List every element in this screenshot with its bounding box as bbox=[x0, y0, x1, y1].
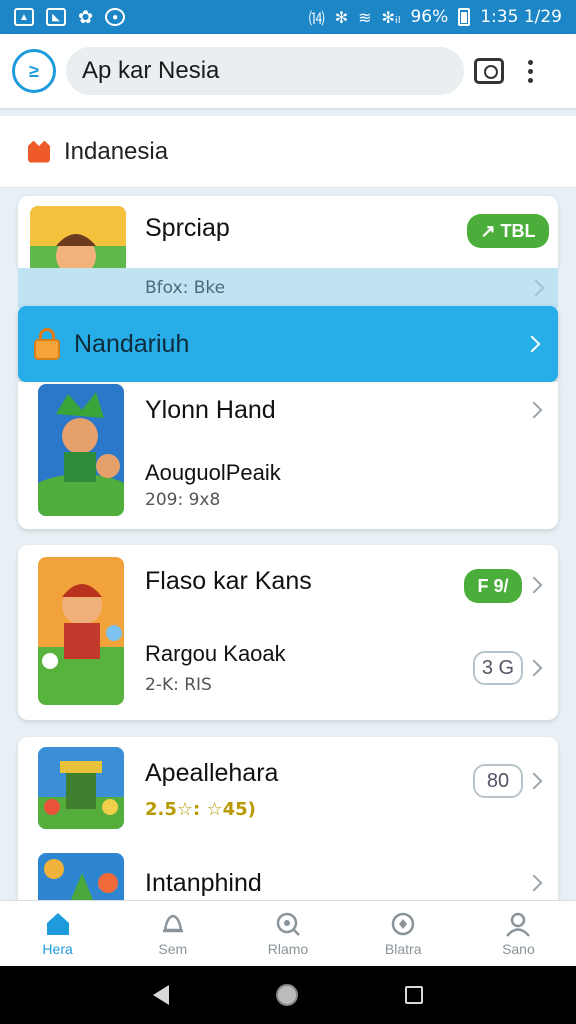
profile-icon bbox=[506, 912, 531, 937]
app-thumbnail bbox=[38, 384, 124, 516]
chevron-right-icon bbox=[525, 659, 543, 677]
app-card[interactable]: Sprciap ↗ TBL bbox=[18, 196, 558, 306]
nav-item-notifications[interactable]: Sem bbox=[115, 901, 230, 966]
home-icon bbox=[46, 912, 69, 935]
chevron-right-icon bbox=[523, 335, 541, 353]
app-title: Intanphind bbox=[145, 869, 262, 897]
chevron-right-icon bbox=[527, 279, 545, 297]
banner-label: Nandariuh bbox=[74, 329, 190, 358]
rating-badge: F 9/ bbox=[464, 569, 522, 603]
size-badge: 3 G bbox=[473, 651, 523, 685]
card-meta-strip: Bfox: Bke bbox=[18, 268, 558, 308]
nav-label: Sano bbox=[502, 940, 535, 957]
status-left-icons: ▲ ◣ ✿ ● bbox=[14, 6, 126, 28]
recent-apps-icon[interactable] bbox=[404, 986, 423, 1004]
app-meta: Bfox: Bke bbox=[145, 278, 226, 298]
chevron-right-icon bbox=[525, 576, 543, 594]
nav-item-profile[interactable]: Sano bbox=[461, 901, 576, 966]
app-subtitle: AouguolPeaik bbox=[145, 460, 281, 485]
nav-label: Hera bbox=[42, 940, 73, 957]
install-badge[interactable]: ↗ TBL bbox=[467, 214, 549, 248]
search-input[interactable]: Ap kar Nesia bbox=[66, 47, 464, 95]
nav-item-home[interactable]: Hera bbox=[0, 901, 115, 966]
region-selector[interactable]: Indanesia bbox=[0, 116, 576, 188]
app-meta: 2-K: RIS bbox=[145, 675, 212, 695]
chevron-right-icon bbox=[525, 772, 543, 790]
app-thumbnail bbox=[38, 747, 124, 829]
chevron-right-icon bbox=[525, 401, 543, 419]
flag-icon bbox=[28, 140, 50, 163]
nav-item-badges[interactable]: Blatra bbox=[346, 901, 461, 966]
nav-label: Blatra bbox=[384, 940, 422, 957]
status-bar: ▲ ◣ ✿ ● ⒁ ✻ ≋ ✻ᵢₗ 96% 1:35 1/29 bbox=[0, 0, 576, 34]
lock-icon bbox=[34, 328, 60, 360]
clock: 1:35 1/29 bbox=[480, 7, 562, 27]
app-card[interactable]: Ylonn Hand AouguolPeaik 209: 9x8 bbox=[18, 382, 558, 529]
top-app-bar: ≥ Ap kar Nesia bbox=[0, 34, 576, 108]
image-icon: ▲ bbox=[14, 8, 34, 26]
region-label: Indanesia bbox=[64, 137, 169, 165]
bell-icon bbox=[162, 914, 183, 932]
home-button-icon[interactable] bbox=[275, 984, 298, 1006]
app-title: Sprciap bbox=[145, 214, 230, 242]
chevron-right-icon bbox=[525, 874, 543, 892]
app-card[interactable]: Flaso kar Kans F 9/ Rargou Kaoak 2-K: RI… bbox=[18, 545, 558, 720]
app-meta: 209: 9x8 bbox=[145, 490, 221, 510]
app-screen: ▲ ◣ ✿ ● ⒁ ✻ ≋ ✻ᵢₗ 96% 1:35 1/29 ≥ Ap kar… bbox=[0, 0, 576, 1024]
bluetooth-icon: ✻ bbox=[334, 7, 349, 27]
nav-label: Sem bbox=[158, 940, 188, 957]
app-title: Apeallehara bbox=[145, 759, 279, 787]
search-icon bbox=[276, 912, 300, 936]
featured-banner[interactable]: Nandariuh bbox=[18, 306, 558, 382]
app-thumbnail bbox=[38, 557, 124, 705]
chat-icon: ● bbox=[105, 8, 126, 26]
app-card[interactable]: Apeallehara 2.5☆: ☆45) 80 Intanphind bbox=[18, 737, 558, 907]
battery-icon bbox=[458, 8, 471, 26]
badge-icon bbox=[391, 912, 415, 935]
nfc-icon: ⒁ bbox=[308, 9, 325, 28]
status-right: ⒁ ✻ ≋ ✻ᵢₗ 96% 1:35 1/29 bbox=[309, 5, 562, 29]
more-options-icon[interactable] bbox=[528, 59, 533, 83]
app-title: Flaso kar Kans bbox=[145, 567, 312, 595]
app-rating: 2.5☆: ☆45) bbox=[145, 799, 256, 820]
camera-icon[interactable] bbox=[474, 58, 504, 84]
gallery-icon: ◣ bbox=[46, 8, 66, 26]
system-navigation-bar bbox=[0, 966, 576, 1024]
app-subtitle: Rargou Kaoak bbox=[145, 641, 286, 666]
back-icon[interactable] bbox=[153, 985, 170, 1005]
app-thumbnail bbox=[38, 853, 124, 907]
battery-percent: 96% bbox=[410, 7, 449, 27]
signal-icon: ✻ᵢₗ bbox=[381, 7, 401, 27]
app-logo-icon[interactable]: ≥ bbox=[12, 49, 56, 93]
nav-item-search[interactable]: Rlamo bbox=[230, 901, 345, 966]
size-badge: 80 bbox=[473, 764, 523, 798]
app-title: Ylonn Hand bbox=[145, 396, 276, 424]
game-icon: ✿ bbox=[78, 6, 94, 27]
bottom-navigation: Hera Sem Rlamo Blatra Sano bbox=[0, 900, 576, 966]
search-query: Ap kar Nesia bbox=[82, 57, 220, 84]
wifi-icon: ≋ bbox=[358, 7, 372, 27]
nav-label: Rlamo bbox=[267, 940, 309, 957]
